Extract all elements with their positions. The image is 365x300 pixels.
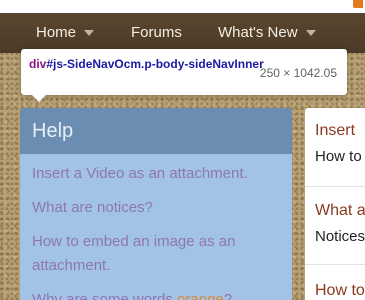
element-tag: div [29,57,47,71]
nav-item-home-label: Home [36,24,77,41]
card-divider [305,264,365,265]
help-link-embed-image[interactable]: How to embed an image as an attachment. [32,230,280,278]
card-subtitle: Notices [315,228,365,245]
element-selector: div#js-SideNavOcm.p-body-sideNavInner [29,56,265,72]
chevron-down-icon[interactable] [305,29,316,36]
card-insert[interactable]: Insert How to [305,122,365,165]
help-link-orange-words-suffix: ? [223,291,233,300]
card-how[interactable]: How to [305,282,365,300]
right-card-column: Insert How to What a Notices How to [305,108,365,300]
help-header: Help [20,108,292,154]
card-title[interactable]: How to [315,282,365,300]
help-link-notices[interactable]: What are notices? [32,196,280,220]
orange-word: orange [177,291,224,300]
help-link-orange-words[interactable]: Why are some words orange? [32,288,280,300]
help-list: Insert a Video as an attachment. What ar… [20,154,292,300]
element-dimensions: 250 × 1042.05 [259,66,337,80]
main-navbar: Home Forums What's New [0,13,365,53]
browser-top-strip [0,0,365,13]
help-title: Help [32,120,74,142]
card-what[interactable]: What a Notices [305,202,365,245]
card-title[interactable]: Insert [315,122,365,140]
help-sidebar-panel: Help Insert a Video as an attachment. Wh… [20,108,292,300]
element-selector-text: #js-SideNavOcm.p-body-sideNavInner [46,57,264,71]
help-link-orange-words-prefix: Why are some words [32,291,178,300]
nav-item-forums-label: Forums [131,24,182,41]
nav-item-whats-new-label: What's New [218,24,298,41]
card-title[interactable]: What a [315,202,365,220]
chevron-down-icon[interactable] [84,29,95,36]
help-link-video[interactable]: Insert a Video as an attachment. [32,162,280,186]
card-subtitle: How to [315,148,362,165]
nav-item-home[interactable]: Home [36,24,95,41]
nav-item-forums[interactable]: Forums [131,24,182,41]
nav-item-whats-new[interactable]: What's New [218,24,316,41]
orange-icon [353,0,363,8]
devtools-inspect-tooltip: div#js-SideNavOcm.p-body-sideNavInner 25… [21,49,347,95]
card-divider [305,186,365,187]
tooltip-arrow [32,95,46,102]
